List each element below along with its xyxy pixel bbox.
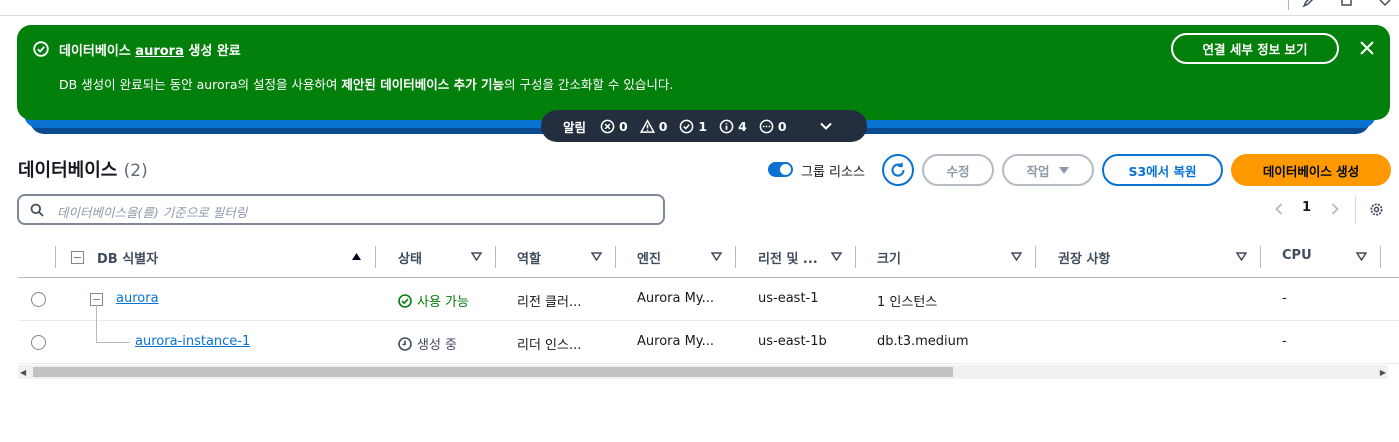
column-status[interactable]: 상태 — [398, 248, 422, 267]
status-available-icon — [398, 293, 412, 308]
db-identifier-link[interactable]: aurora-instance-1 — [135, 334, 250, 349]
sort-icon[interactable] — [591, 252, 602, 261]
column-recommendations[interactable]: 권장 사항 — [1058, 248, 1110, 267]
status-badge: 생성 중 — [398, 334, 457, 353]
notification-bar[interactable]: 알림 0 0 1 4 0 — [541, 110, 867, 142]
toggle-knob — [780, 164, 791, 175]
region-cell: us-east-1 — [758, 291, 819, 306]
caret-down-icon — [1058, 166, 1069, 174]
flash-title: 데이터베이스 aurora 생성 완료 — [59, 44, 241, 59]
previous-page-icon[interactable] — [1272, 202, 1286, 216]
sort-ascending-icon[interactable] — [351, 252, 362, 261]
size-cell: db.t3.medium — [877, 334, 969, 349]
restore-from-s3-button[interactable]: S3에서 복원 — [1102, 154, 1223, 186]
cpu-cell: - — [1282, 291, 1287, 306]
cpu-cell: - — [1282, 334, 1287, 349]
status-badge: 사용 가능 — [398, 291, 469, 310]
group-resources-toggle[interactable] — [768, 162, 793, 177]
view-connection-details-button[interactable]: 연결 세부 정보 보기 — [1171, 33, 1339, 64]
copy-icon[interactable] — [1340, 0, 1354, 8]
in-progress-icon — [759, 119, 774, 133]
databases-table: DB 식별자 상태 역할 엔진 리전 및 ... 크기 권장 사항 CPU au… — [18, 236, 1399, 364]
search-icon — [30, 203, 44, 217]
scrollbar-thumb[interactable] — [33, 367, 953, 377]
filter-search-input[interactable]: 데이터베이스을(를) 기준으로 필터링 — [17, 194, 665, 225]
column-engine[interactable]: 엔진 — [637, 248, 661, 267]
column-divider — [375, 246, 376, 268]
current-page[interactable]: 1 — [1302, 200, 1311, 215]
column-size[interactable]: 크기 — [877, 248, 901, 267]
info-count: 4 — [719, 119, 747, 134]
region-cell: us-east-1b — [758, 334, 827, 349]
flash-db-name: aurora — [135, 44, 184, 59]
settings-icon[interactable] — [1378, 0, 1392, 8]
table-header: DB 식별자 상태 역할 엔진 리전 및 ... 크기 권장 사항 CPU — [18, 236, 1399, 278]
db-count: (2) — [123, 161, 148, 181]
sort-icon[interactable] — [1236, 252, 1247, 261]
success-count: 1 — [679, 119, 707, 134]
success-icon — [680, 119, 694, 133]
row-select-radio[interactable] — [31, 292, 46, 307]
engine-cell: Aurora My... — [637, 291, 715, 306]
success-flash-message: 데이터베이스 aurora 생성 완료 DB 생성이 완료되는 동안 auror… — [17, 25, 1390, 120]
column-divider — [1380, 246, 1381, 268]
column-role[interactable]: 역할 — [517, 248, 541, 267]
engine-cell: Aurora My... — [637, 334, 715, 349]
sort-icon[interactable] — [831, 252, 842, 261]
pager-divider — [1355, 196, 1356, 224]
column-divider — [55, 246, 56, 268]
tree-connector — [96, 305, 130, 343]
column-divider — [495, 246, 496, 268]
column-divider — [855, 246, 856, 268]
role-cell: 리더 인스... — [517, 338, 582, 353]
status-pending-icon — [398, 336, 412, 351]
role-cell: 리전 클러... — [517, 295, 582, 310]
size-cell: 1 인스턴스 — [877, 295, 938, 310]
in-progress-count: 0 — [759, 119, 787, 134]
next-page-icon[interactable] — [1328, 202, 1342, 216]
top-nav-bar — [0, 0, 1399, 16]
group-resources-label: 그룹 리소스 — [801, 165, 865, 180]
nav-separator — [1288, 0, 1289, 10]
chevron-down-icon[interactable] — [819, 119, 833, 133]
column-divider — [735, 246, 736, 268]
edit-button[interactable]: 수정 — [922, 154, 994, 186]
create-database-button[interactable]: 데이터베이스 생성 — [1231, 154, 1391, 186]
column-db-id[interactable]: DB 식별자 — [97, 248, 158, 267]
search-placeholder: 데이터베이스을(를) 기준으로 필터링 — [57, 205, 248, 220]
collapse-all-icon[interactable] — [71, 251, 84, 264]
sort-icon[interactable] — [1356, 252, 1367, 261]
gear-icon[interactable] — [1368, 201, 1385, 218]
column-cpu[interactable]: CPU — [1282, 248, 1312, 263]
refresh-icon — [891, 162, 905, 177]
warning-count: 0 — [639, 118, 667, 134]
column-divider — [615, 246, 616, 268]
horizontal-scrollbar[interactable]: ◀ ▶ — [18, 365, 1388, 379]
warning-icon — [639, 118, 655, 133]
page-title: 데이터베이스 (2) — [18, 160, 148, 181]
success-check-icon — [33, 41, 49, 57]
flash-body: DB 생성이 완료되는 동안 aurora의 설정을 사용하여 제안된 데이터베… — [59, 77, 674, 92]
scroll-right-arrow-icon[interactable]: ▶ — [1380, 368, 1386, 377]
info-icon — [719, 119, 734, 133]
sort-icon[interactable] — [1011, 252, 1022, 261]
column-region[interactable]: 리전 및 ... — [758, 248, 818, 267]
notification-label: 알림 — [563, 119, 587, 135]
edit-icon[interactable] — [1302, 0, 1316, 8]
table-row[interactable]: aurora 사용 가능 리전 클러... Aurora My... us-ea… — [18, 278, 1399, 321]
actions-dropdown[interactable]: 작업 — [1002, 154, 1094, 186]
error-count: 0 — [600, 119, 628, 134]
row-select-radio[interactable] — [31, 335, 46, 350]
error-icon — [600, 119, 615, 133]
scroll-left-arrow-icon[interactable]: ◀ — [20, 368, 26, 377]
db-identifier-link[interactable]: aurora — [116, 291, 159, 306]
column-divider — [1260, 246, 1261, 268]
sort-icon[interactable] — [471, 252, 482, 261]
table-row[interactable]: aurora-instance-1 생성 중 리더 인스... Aurora M… — [18, 305, 1399, 364]
column-divider — [1035, 246, 1036, 268]
refresh-button[interactable] — [882, 154, 914, 186]
close-icon[interactable] — [1358, 39, 1376, 57]
sort-icon[interactable] — [711, 252, 722, 261]
